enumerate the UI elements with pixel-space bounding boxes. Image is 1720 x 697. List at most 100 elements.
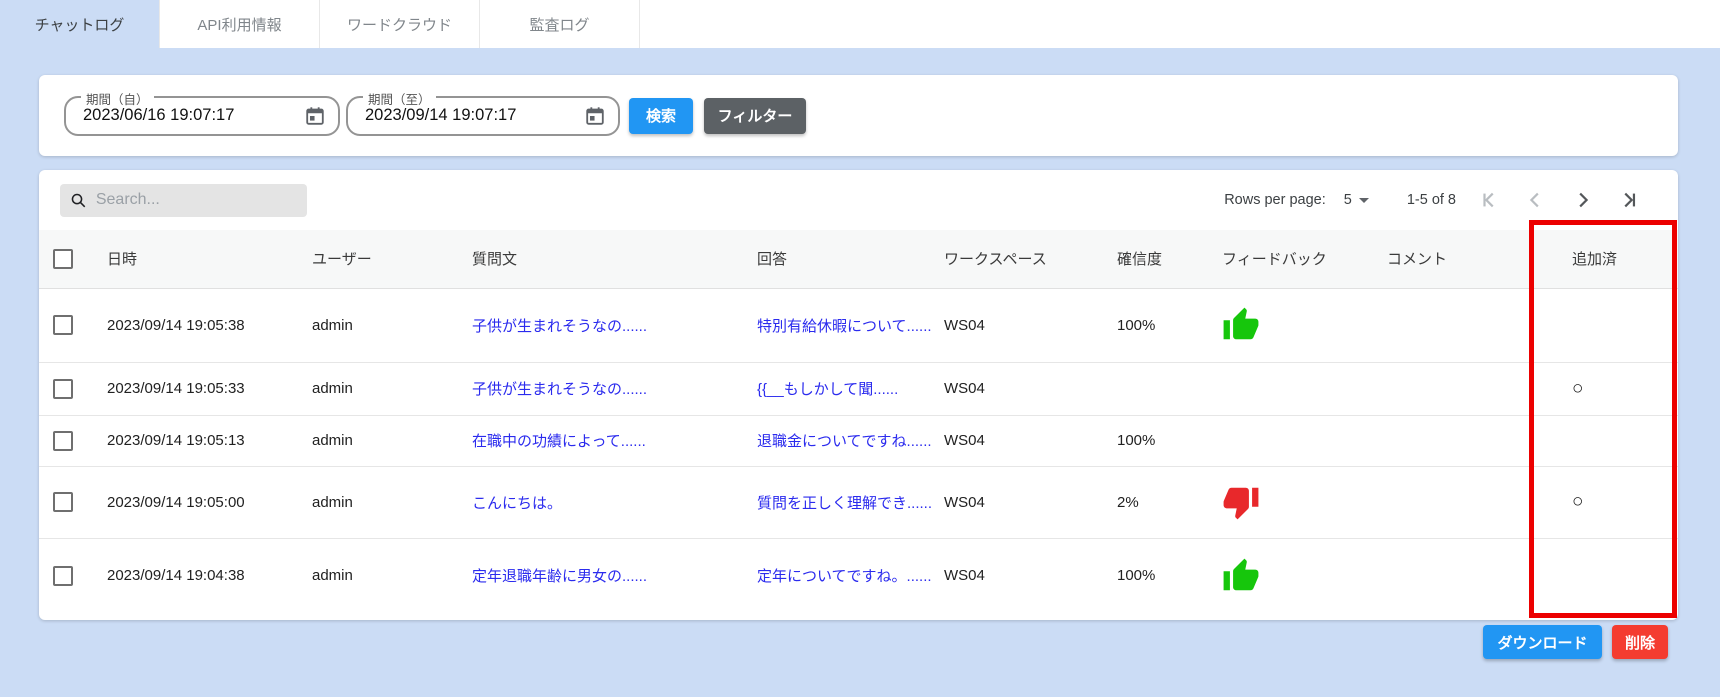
rows-per-page-label: Rows per page: bbox=[1224, 192, 1326, 208]
question-link[interactable]: 子供が生まれそうなの...... bbox=[472, 318, 647, 335]
row-checkbox[interactable] bbox=[53, 379, 73, 399]
answer-link[interactable]: 退職金についてですね...... bbox=[757, 433, 932, 450]
cell-feedback bbox=[1210, 415, 1375, 466]
cell-answer: 定年についてですね。...... bbox=[745, 538, 932, 613]
table-search-input[interactable] bbox=[96, 191, 297, 209]
cell-workspace: WS04 bbox=[932, 362, 1105, 415]
column-header-question: 質問文 bbox=[460, 230, 745, 288]
last-page-icon bbox=[1617, 189, 1639, 211]
first-page-button[interactable] bbox=[1478, 188, 1502, 212]
delete-button[interactable]: 削除 bbox=[1612, 625, 1668, 659]
chevron-left-icon bbox=[1525, 189, 1547, 211]
table-header-row: 日時 ユーザー 質問文 回答 ワークスペース 確信度 フィードバック コメント … bbox=[39, 230, 1678, 288]
tab-word-cloud[interactable]: ワードクラウド bbox=[320, 0, 480, 48]
question-link[interactable]: 在職中の功績によって...... bbox=[472, 433, 646, 450]
thumbs-up-icon bbox=[1222, 557, 1260, 595]
cell-comment bbox=[1375, 288, 1560, 362]
next-page-button[interactable] bbox=[1570, 188, 1594, 212]
filter-card: 期間（自） 2023/06/16 19:07:17 期間（至） 2023/09/… bbox=[39, 75, 1678, 156]
cell-feedback bbox=[1210, 362, 1375, 415]
cell-user: admin bbox=[300, 288, 460, 362]
column-header-datetime: 日時 bbox=[95, 230, 300, 288]
date-to-value[interactable]: 2023/09/14 19:07:17 bbox=[365, 106, 584, 125]
calendar-icon[interactable] bbox=[304, 105, 326, 127]
column-header-comment: コメント bbox=[1375, 230, 1560, 288]
cell-feedback bbox=[1210, 288, 1375, 362]
table-row: 2023/09/14 19:05:00admin こんにちは。 質問を正しく理解でき… bbox=[39, 466, 1678, 538]
rows-per-page-select[interactable]: 5 bbox=[1344, 192, 1369, 208]
column-header-added: 追加済 bbox=[1560, 230, 1678, 288]
cell-question: こんにちは。 bbox=[460, 466, 745, 538]
table-search-box[interactable] bbox=[60, 184, 307, 217]
tab-chat-log[interactable]: チャットログ bbox=[0, 0, 160, 48]
row-checkbox[interactable] bbox=[53, 431, 73, 451]
answer-link[interactable]: 質問を正しく理解でき...... bbox=[757, 495, 932, 512]
question-link[interactable]: 定年退職年齢に男女の...... bbox=[472, 568, 647, 585]
cell-workspace: WS04 bbox=[932, 538, 1105, 613]
previous-page-button[interactable] bbox=[1524, 188, 1548, 212]
cell-added bbox=[1560, 288, 1678, 362]
cell-comment bbox=[1375, 466, 1560, 538]
tab-api-usage[interactable]: API利用情報 bbox=[160, 0, 320, 48]
search-button[interactable]: 検索 bbox=[629, 98, 693, 134]
row-checkbox[interactable] bbox=[53, 566, 73, 586]
first-page-icon bbox=[1479, 189, 1501, 211]
question-link[interactable]: 子供が生まれそうなの...... bbox=[472, 381, 647, 398]
question-link[interactable]: こんにちは。 bbox=[472, 495, 562, 512]
filter-button[interactable]: フィルター bbox=[704, 98, 806, 134]
cell-question: 子供が生まれそうなの...... bbox=[460, 288, 745, 362]
table-row: 2023/09/14 19:05:33admin子供が生まれそうなの......… bbox=[39, 362, 1678, 415]
pagination: Rows per page: 5 1-5 of 8 bbox=[1224, 188, 1640, 212]
cell-comment bbox=[1375, 362, 1560, 415]
cell-question: 子供が生まれそうなの...... bbox=[460, 362, 745, 415]
cell-datetime: 2023/09/14 19:05:38 bbox=[95, 288, 300, 362]
cell-user: admin bbox=[300, 415, 460, 466]
cell-question: 定年退職年齢に男女の...... bbox=[460, 538, 745, 613]
cell-added: ○ bbox=[1560, 362, 1678, 415]
last-page-button[interactable] bbox=[1616, 188, 1640, 212]
table-row: 2023/09/14 19:05:38admin 子供が生まれそうなの......… bbox=[39, 288, 1678, 362]
calendar-icon[interactable] bbox=[584, 105, 606, 127]
cell-feedback bbox=[1210, 538, 1375, 613]
answer-link[interactable]: 定年についてですね。...... bbox=[757, 568, 932, 585]
date-to-field[interactable]: 期間（至） 2023/09/14 19:07:17 bbox=[346, 96, 620, 136]
select-all-checkbox[interactable] bbox=[53, 249, 73, 269]
search-icon bbox=[70, 191, 87, 210]
date-from-field[interactable]: 期間（自） 2023/06/16 19:07:17 bbox=[64, 96, 340, 136]
cell-datetime: 2023/09/14 19:05:00 bbox=[95, 466, 300, 538]
cell-user: admin bbox=[300, 466, 460, 538]
tab-audit-log[interactable]: 監査ログ bbox=[480, 0, 640, 48]
chevron-down-icon bbox=[1359, 198, 1369, 203]
cell-confidence: 100% bbox=[1105, 288, 1210, 362]
answer-link[interactable]: 特別有給休暇について...... bbox=[757, 318, 932, 335]
cell-added bbox=[1560, 538, 1678, 613]
footer-actions: ダウンロード 削除 bbox=[1483, 625, 1668, 659]
table-card: Rows per page: 5 1-5 of 8 bbox=[39, 170, 1678, 620]
column-header-feedback: フィードバック bbox=[1210, 230, 1375, 288]
cell-answer: {{__もしかして聞...... bbox=[745, 362, 932, 415]
download-button[interactable]: ダウンロード bbox=[1483, 625, 1602, 659]
table-toolbar: Rows per page: 5 1-5 of 8 bbox=[39, 170, 1678, 230]
table-row: 2023/09/14 19:04:38admin定年退職年齢に男女の......… bbox=[39, 538, 1678, 613]
date-to-label: 期間（至） bbox=[363, 89, 436, 108]
cell-added: ○ bbox=[1560, 466, 1678, 538]
answer-link[interactable]: {{__もしかして聞...... bbox=[757, 381, 898, 398]
column-header-user: ユーザー bbox=[300, 230, 460, 288]
column-header-confidence: 確信度 bbox=[1105, 230, 1210, 288]
cell-answer: 質問を正しく理解でき...... bbox=[745, 466, 932, 538]
cell-user: admin bbox=[300, 538, 460, 613]
row-checkbox[interactable] bbox=[53, 492, 73, 512]
page-range-label: 1-5 of 8 bbox=[1407, 192, 1456, 208]
cell-workspace: WS04 bbox=[932, 415, 1105, 466]
date-from-value[interactable]: 2023/06/16 19:07:17 bbox=[83, 106, 304, 125]
cell-feedback bbox=[1210, 466, 1375, 538]
added-mark: ○ bbox=[1572, 378, 1583, 399]
thumbs-up-icon bbox=[1222, 306, 1260, 344]
cell-datetime: 2023/09/14 19:05:33 bbox=[95, 362, 300, 415]
row-checkbox[interactable] bbox=[53, 315, 73, 335]
date-from-label: 期間（自） bbox=[81, 89, 154, 108]
column-header-workspace: ワークスペース bbox=[932, 230, 1105, 288]
column-header-answer: 回答 bbox=[745, 230, 932, 288]
thumbs-down-icon bbox=[1222, 483, 1260, 521]
cell-workspace: WS04 bbox=[932, 288, 1105, 362]
